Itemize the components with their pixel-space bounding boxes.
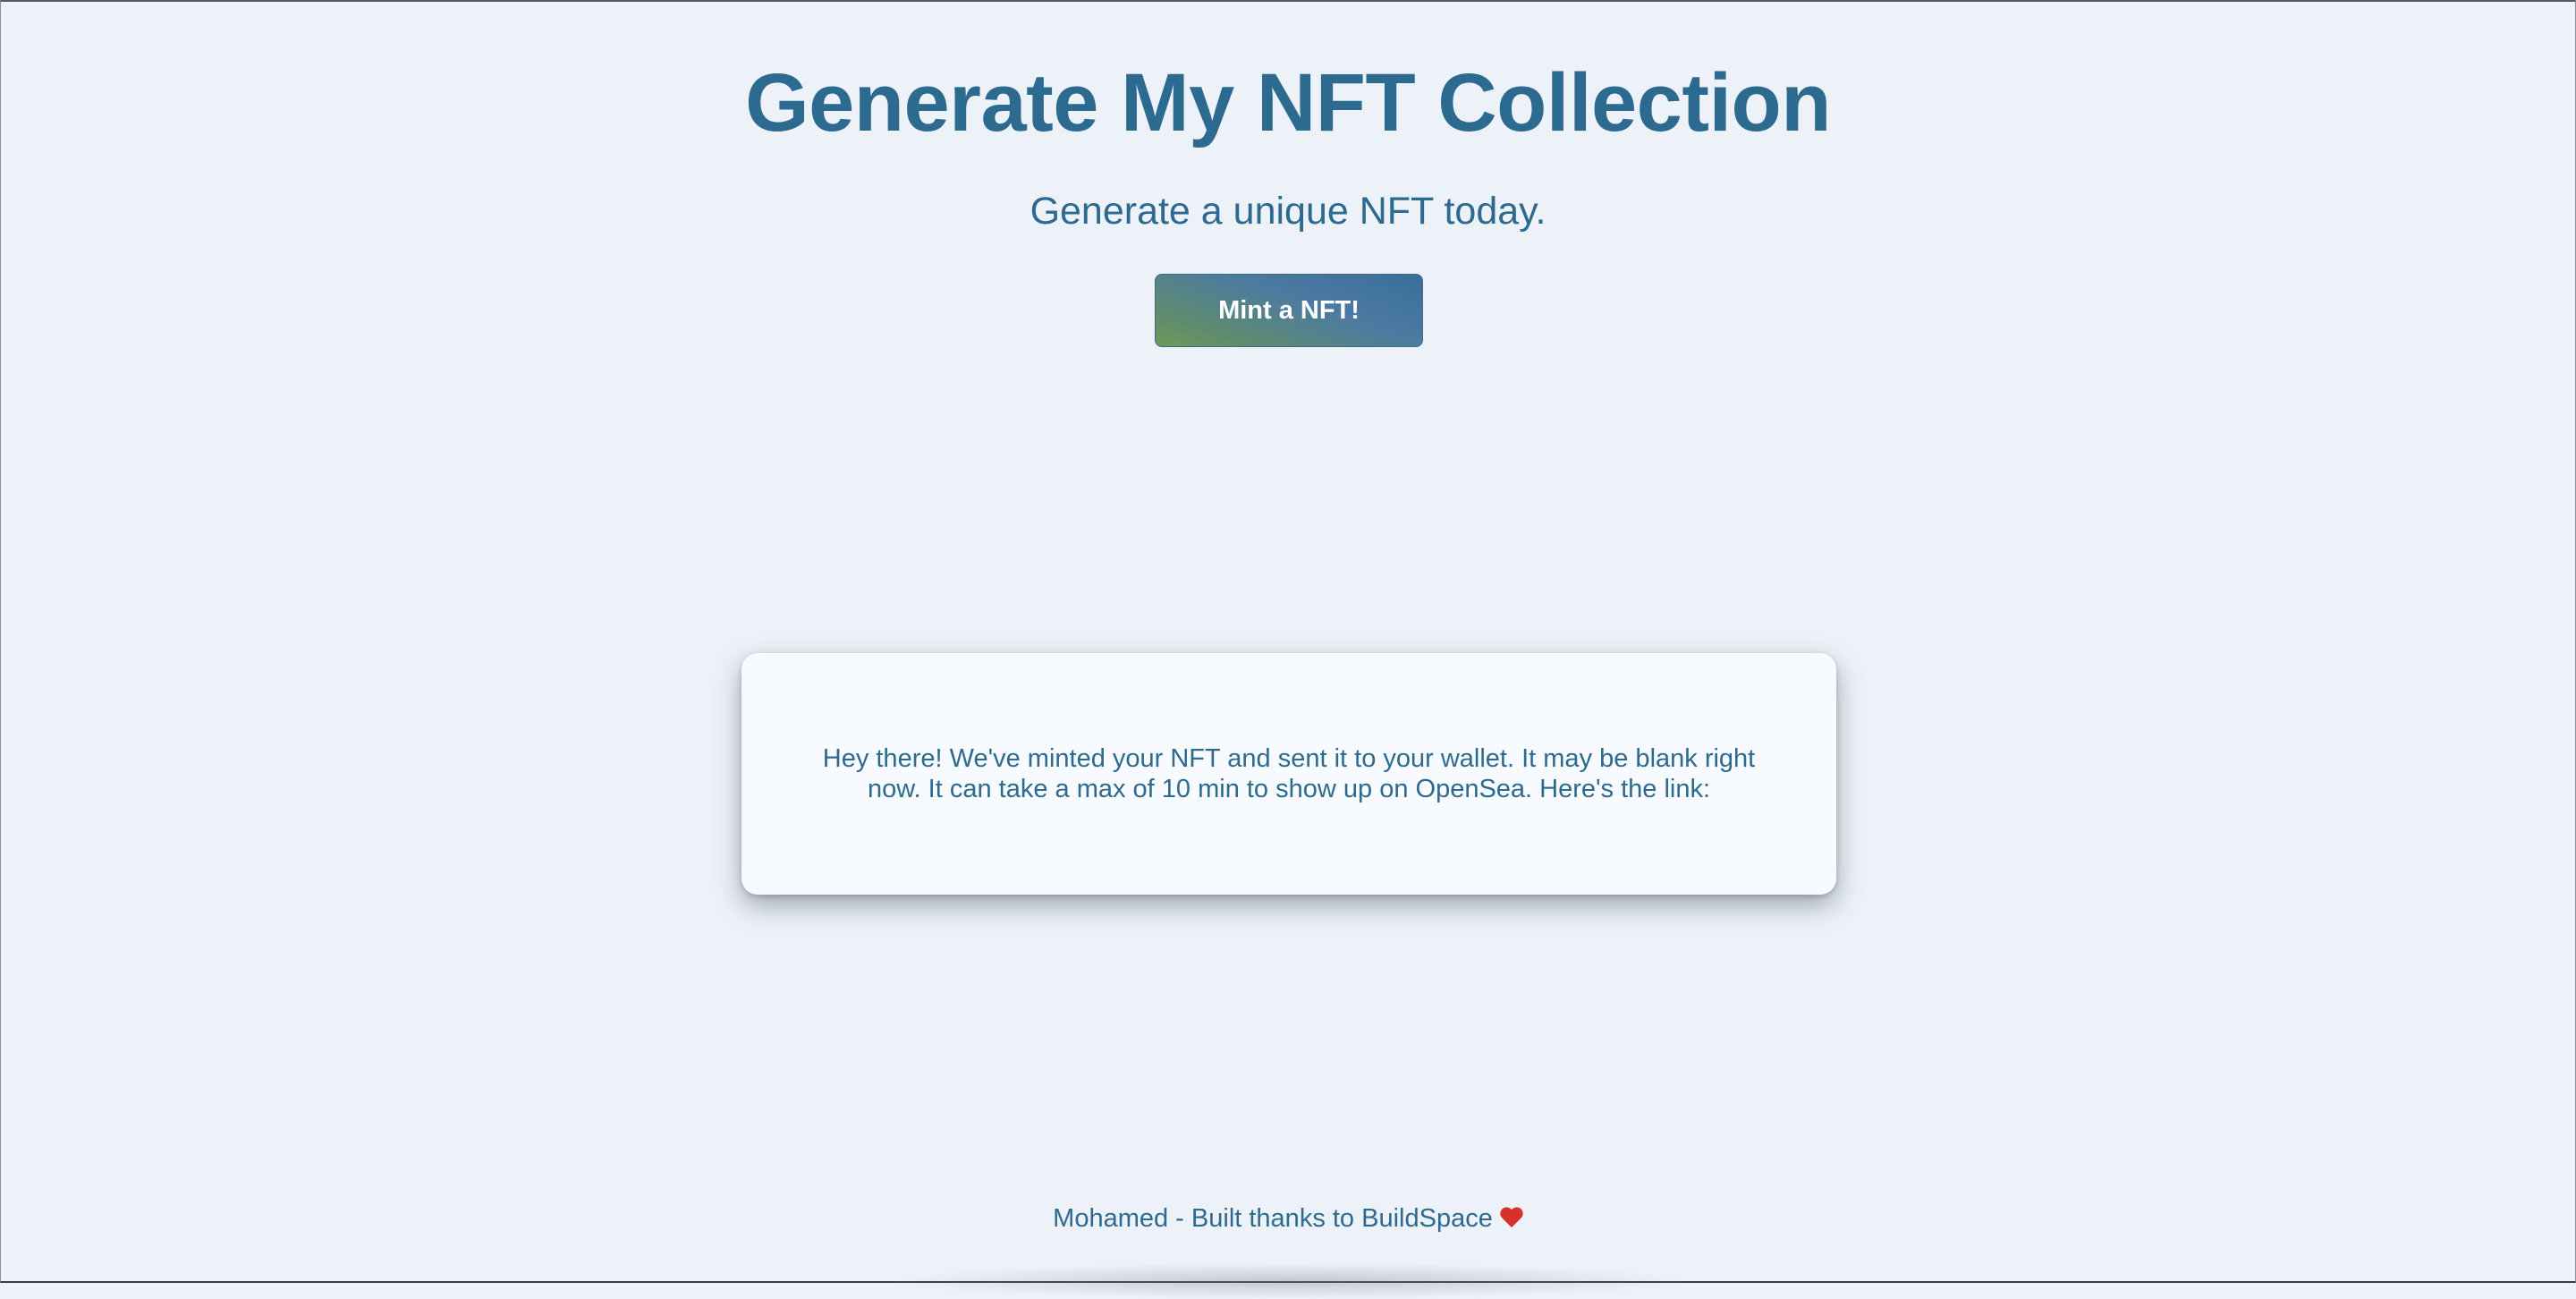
bottom-shadow-decoration (886, 1263, 1691, 1299)
page-title: Generate My NFT Collection (745, 57, 1831, 149)
footer-text: Mohamed - Built thanks to BuildSpace (1053, 1204, 1493, 1233)
mint-nft-button[interactable]: Mint a NFT! (1155, 274, 1423, 347)
heart-icon (1500, 1208, 1523, 1229)
page-subtitle: Generate a unique NFT today. (1030, 190, 1546, 233)
minted-message-text: Hey there! We've minted your NFT and sen… (822, 744, 1756, 803)
footer: Mohamed - Built thanks to BuildSpace (1, 1201, 2575, 1236)
minted-message-card: Hey there! We've minted your NFT and sen… (741, 653, 1836, 895)
